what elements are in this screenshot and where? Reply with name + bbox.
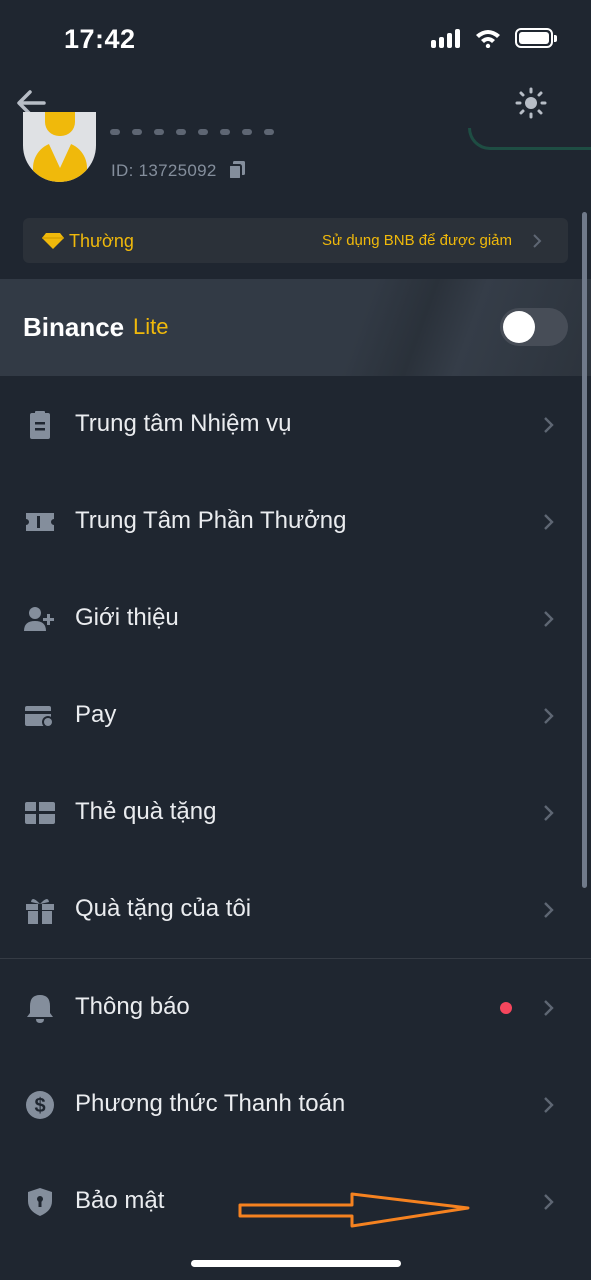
menu-item-label: Trung tâm Nhiệm vụ xyxy=(75,410,292,437)
pay-card-icon xyxy=(25,706,54,728)
annotation-arrow-icon xyxy=(238,1192,470,1228)
status-time: 17:42 xyxy=(64,24,136,54)
status-icons xyxy=(431,28,557,48)
menu-item-label: Thẻ quà tặng xyxy=(75,798,217,825)
notification-dot xyxy=(500,1002,512,1014)
svg-text:$: $ xyxy=(34,1095,45,1117)
menu-item-my-gifts[interactable]: Quà tặng của tôi xyxy=(0,861,591,958)
menu-item-referral[interactable]: Giới thiệu xyxy=(0,570,591,667)
chevron-right-icon xyxy=(544,1097,554,1113)
chevron-right-icon xyxy=(544,417,554,433)
binance-lite-banner: Binance Lite xyxy=(0,279,591,376)
menu-item-label: Phương thức Thanh toán xyxy=(75,1090,346,1117)
wifi-icon xyxy=(476,30,500,48)
lite-title: Binance xyxy=(23,312,125,342)
menu-item-label: Bảo mật xyxy=(75,1187,165,1214)
copy-icon[interactable] xyxy=(228,160,246,180)
home-indicator[interactable] xyxy=(191,1260,401,1267)
chevron-right-icon xyxy=(533,234,542,248)
menu-item-label: Giới thiệu xyxy=(75,604,179,631)
add-user-icon xyxy=(24,607,54,631)
gear-icon[interactable] xyxy=(514,86,548,120)
gift-icon xyxy=(26,898,54,924)
battery-icon xyxy=(515,28,557,48)
diamond-icon xyxy=(42,233,64,249)
menu-item-label: Thông báo xyxy=(75,993,190,1020)
menu-item-label: Trung Tâm Phần Thưởng xyxy=(75,507,347,534)
signal-icon xyxy=(431,28,461,48)
chevron-right-icon xyxy=(544,805,554,821)
user-id: ID: 13725092 xyxy=(111,161,217,180)
menu-item-label: Quà tặng của tôi xyxy=(75,895,252,922)
profile-menu-screen: 17:42 ID: 13725092 Thường Sử dụng BNB để… xyxy=(0,0,591,1280)
chevron-right-icon xyxy=(544,611,554,627)
dollar-circle-icon: $ xyxy=(26,1091,54,1119)
avatar[interactable] xyxy=(23,112,96,182)
menu-item-gift-card[interactable]: Thẻ quà tặng xyxy=(0,764,591,861)
menu-item-reward-center[interactable]: Trung Tâm Phần Thưởng xyxy=(0,473,591,570)
tier-label: Thường xyxy=(69,231,134,251)
chevron-right-icon xyxy=(544,902,554,918)
chevron-right-icon xyxy=(544,514,554,530)
menu-item-notifications[interactable]: Thông báo xyxy=(0,959,591,1056)
username-cropped xyxy=(110,122,330,136)
bnb-discount-link[interactable]: Sử dụng BNB để được giảm xyxy=(322,232,512,249)
menu-item-task-center[interactable]: Trung tâm Nhiệm vụ xyxy=(0,376,591,473)
shield-icon xyxy=(28,1188,52,1216)
clipboard-icon xyxy=(30,411,50,439)
menu-item-label: Pay xyxy=(75,701,117,728)
menu-item-pay[interactable]: Pay xyxy=(0,667,591,764)
bell-icon xyxy=(27,995,53,1023)
chevron-right-icon xyxy=(544,708,554,724)
ticket-icon xyxy=(26,513,54,531)
vip-tier-bar[interactable]: Thường Sử dụng BNB để được giảm xyxy=(23,218,568,263)
chevron-right-icon xyxy=(544,1194,554,1210)
chevron-right-icon xyxy=(544,1000,554,1016)
gift-card-icon xyxy=(25,802,55,824)
lite-mode-toggle[interactable] xyxy=(500,308,568,346)
lite-suffix: Lite xyxy=(133,314,169,339)
verified-badge xyxy=(468,128,591,150)
status-bar: 17:42 xyxy=(0,0,591,80)
menu-item-payment-methods[interactable]: $ Phương thức Thanh toán xyxy=(0,1056,591,1153)
